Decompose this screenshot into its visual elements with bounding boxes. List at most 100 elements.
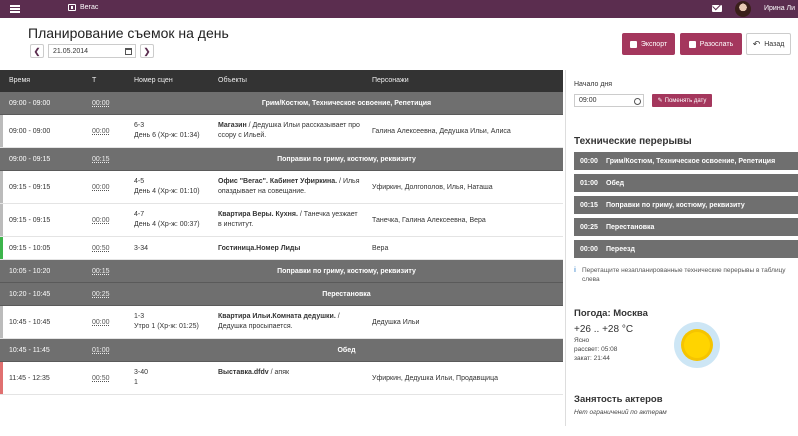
send-button[interactable]: Разослать xyxy=(680,33,742,55)
breaks-title: Технические перерывы xyxy=(574,136,692,147)
row-duration[interactable]: 00:00 xyxy=(92,100,110,107)
object-desc-2: ссору с Ильей. xyxy=(218,132,267,139)
hint-text: Перетащите незапланированные технические… xyxy=(581,267,786,283)
scene-characters: Уфиркин, Долгополов, Илья, Наташа xyxy=(372,184,493,191)
table-header: Время Т Номер сцен Объекты Персонажи xyxy=(0,70,563,92)
row-time: 10:45 - 10:45 xyxy=(9,319,51,326)
back-button[interactable]: ↶ Назад xyxy=(746,33,791,55)
col-objects: Объекты xyxy=(218,77,247,84)
project-switcher[interactable]: Вегас xyxy=(68,4,98,11)
project-icon xyxy=(68,4,76,11)
row-duration[interactable]: 00:00 xyxy=(92,217,110,224)
break-item-label: Грим/Костюм, Техническое освоение, Репет… xyxy=(606,157,776,165)
row-time: 11:45 - 12:35 xyxy=(9,375,50,382)
next-day-button[interactable]: ❯ xyxy=(140,44,154,58)
break-label: Поправки по гриму, костюму, реквизиту xyxy=(277,156,416,163)
row-time: 10:05 - 10:20 xyxy=(9,268,51,275)
object-desc: / xyxy=(335,313,340,320)
scene-row[interactable]: 10:45 - 10:45 00:00 1-3 Утро 1 (Хр-ж: 01:25… xyxy=(0,306,563,339)
scene-day: День 4 (Хр-ж: 00:37) xyxy=(134,221,200,228)
weather-title: Погода: Москва xyxy=(574,308,648,319)
break-row[interactable]: 09:00 - 09:00 00:00 Грим/Костюм, Техническ… xyxy=(0,92,563,115)
scene-day: 1 xyxy=(134,379,138,386)
date-value: 21.05.2014 xyxy=(53,47,89,55)
break-item[interactable]: 00:00 Грим/Костюм, Техническое освоение, … xyxy=(574,152,798,172)
row-color-bar xyxy=(0,115,3,147)
sunrise: рассвет: 05:08 xyxy=(574,346,618,353)
break-row[interactable]: 10:45 - 11:45 01:00 Обед xyxy=(0,339,563,362)
scene-object: Офис "Вегас". Кабинет Уфиркина. / Илья оп… xyxy=(218,177,366,197)
prev-day-button[interactable]: ❮ xyxy=(30,44,44,58)
row-color-bar xyxy=(0,306,3,338)
project-name: Вегас xyxy=(80,4,99,11)
break-item[interactable]: 00:15 Поправки по гриму, костюму, реквизи… xyxy=(574,196,798,216)
clock-icon[interactable] xyxy=(634,98,641,105)
date-input[interactable]: 21.05.2014 xyxy=(48,44,136,58)
break-row[interactable]: 09:00 - 09:15 00:15 Поправки по гриму, кос… xyxy=(0,148,563,171)
row-duration[interactable]: 00:25 xyxy=(92,291,110,298)
row-duration[interactable]: 00:50 xyxy=(92,245,110,252)
row-color-bar xyxy=(0,237,3,259)
scene-number: 6-3 xyxy=(134,122,145,129)
start-time-input[interactable]: 09:00 xyxy=(574,94,644,107)
scene-characters: Дедушка Ильи xyxy=(372,319,420,326)
row-time: 10:20 - 10:45 xyxy=(9,291,51,298)
scene-number: 3-34 xyxy=(134,245,149,252)
sunset: закат: 21:44 xyxy=(574,355,610,362)
scene-object: Выставка.dfdv / апяк xyxy=(218,368,366,378)
break-item-duration: 00:15 xyxy=(580,201,598,209)
scene-characters: Галина Алексеевна, Дедушка Ильи, Алиса xyxy=(372,128,511,135)
scene-day: День 4 (Хр-ж: 01:10) xyxy=(134,188,200,195)
break-row[interactable]: 10:20 - 10:45 00:25 Перестановка xyxy=(0,283,563,306)
calendar-icon[interactable] xyxy=(125,47,132,55)
break-item[interactable]: 00:00 Переезд xyxy=(574,240,798,260)
row-time: 09:00 - 09:00 xyxy=(9,100,51,107)
break-row[interactable]: 10:05 - 10:20 00:15 Поправки по гриму, кос… xyxy=(0,260,563,283)
avatar[interactable] xyxy=(735,1,751,17)
row-time: 09:15 - 09:15 xyxy=(9,217,51,224)
info-icon: i xyxy=(574,267,576,274)
break-item[interactable]: 01:00 Обед xyxy=(574,174,798,194)
object-name: Выставка.dfdv xyxy=(218,369,269,376)
scene-row[interactable]: 09:15 - 10:05 00:50 3-34 Гостиница.Номер Ли… xyxy=(0,237,563,260)
mail-icon[interactable] xyxy=(712,5,722,12)
object-desc: / Дедушка Ильи рассказывает про xyxy=(246,122,360,129)
envelope-icon xyxy=(688,40,696,48)
break-item-label: Перестановка xyxy=(606,223,655,231)
scene-day: День 6 (Хр-ж: 01:34) xyxy=(134,132,200,139)
scene-object: Гостиница.Номер Лиды xyxy=(218,244,366,254)
row-time: 09:15 - 09:15 xyxy=(9,184,51,191)
sun-icon xyxy=(674,322,720,368)
row-duration[interactable]: 00:00 xyxy=(92,128,110,135)
row-duration[interactable]: 00:50 xyxy=(92,375,110,382)
row-color-bar xyxy=(0,171,3,203)
export-button[interactable]: Экспорт xyxy=(622,33,675,55)
scene-row[interactable]: 09:15 - 09:15 00:00 4-7 День 4 (Хр-ж: 00:37… xyxy=(0,204,563,237)
download-icon xyxy=(629,40,637,48)
row-time: 09:00 - 09:00 xyxy=(9,128,51,135)
menu-icon[interactable] xyxy=(10,5,20,13)
row-duration[interactable]: 01:00 xyxy=(92,347,110,354)
break-item-label: Поправки по гриму, костюму, реквизиту xyxy=(606,201,745,209)
scene-row[interactable]: 09:15 - 09:15 00:00 4-5 День 4 (Хр-ж: 01:10… xyxy=(0,171,563,204)
row-duration[interactable]: 00:00 xyxy=(92,184,110,191)
break-item-duration: 00:25 xyxy=(580,223,598,231)
break-item-label: Переезд xyxy=(606,245,635,253)
send-label: Разослать xyxy=(699,40,734,48)
scene-row[interactable]: 11:45 - 12:35 00:50 3-40 1 Выставка.dfdv / а… xyxy=(0,362,563,395)
scene-row[interactable]: 09:00 - 09:00 00:00 6-3 День 6 (Хр-ж: 01:34… xyxy=(0,115,563,148)
object-desc: / апяк xyxy=(268,369,290,376)
col-time: Время xyxy=(9,77,31,84)
row-time: 09:00 - 09:15 xyxy=(9,156,51,163)
change-date-button[interactable]: ✎ Поменять дату xyxy=(652,94,712,107)
break-item[interactable]: 00:25 Перестановка xyxy=(574,218,798,238)
object-name: Магазин xyxy=(218,122,247,129)
row-color-bar xyxy=(0,362,3,394)
row-duration[interactable]: 00:15 xyxy=(92,268,110,275)
change-date-label: Поменять дату xyxy=(664,97,707,104)
row-duration[interactable]: 00:15 xyxy=(92,156,110,163)
hint: i Перетащите незапланированные техническ… xyxy=(574,266,794,284)
row-duration[interactable]: 00:00 xyxy=(92,319,110,326)
user-name[interactable]: Ирина Ли xyxy=(764,5,795,12)
scene-number: 1-3 xyxy=(134,313,145,320)
